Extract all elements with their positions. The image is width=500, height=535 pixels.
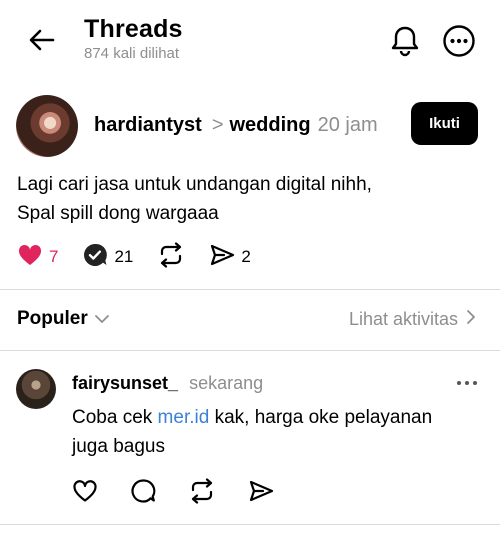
repost-icon [188, 477, 216, 509]
reply-text-after: kak, harga oke pelayanan [209, 407, 433, 428]
reply-time: sekarang [189, 373, 264, 393]
divider [0, 350, 500, 351]
view-activity-label: Lihat aktivitas [348, 309, 458, 329]
sort-dropdown[interactable]: Populer [17, 308, 110, 330]
send-icon [209, 243, 235, 272]
view-count: 874 kali dilihat [84, 45, 180, 62]
view-activity-link[interactable]: Lihat aktivitas [349, 309, 476, 330]
author-username[interactable]: hardiantyst [94, 114, 202, 137]
divider [0, 524, 500, 525]
post-text-line: Spal spill dong wargaaa [17, 203, 219, 224]
like-button[interactable]: 7 [17, 243, 58, 272]
follow-button[interactable]: Ikuti [411, 102, 478, 145]
repost-icon [157, 241, 185, 273]
post-author-line: hardiantyst > wedding 20 jam [94, 114, 378, 137]
post-text-line: Lagi cari jasa untuk undangan digital ni… [17, 174, 372, 195]
comment-icon [130, 478, 156, 509]
author-avatar[interactable] [16, 95, 78, 157]
reply-count: 21 [114, 247, 134, 266]
send-icon [248, 479, 274, 508]
heart-filled-icon [17, 243, 43, 272]
reply-link[interactable]: mer.id [158, 407, 210, 428]
reply-username[interactable]: fairysunset_ [72, 373, 178, 393]
chevron-down-icon [94, 308, 110, 330]
reply-like-button[interactable] [72, 479, 98, 508]
reply-button[interactable]: 21 [82, 242, 133, 273]
divider [0, 289, 500, 290]
sort-label: Populer [17, 308, 88, 329]
reply-actions [72, 477, 306, 509]
comment-check-icon [82, 242, 108, 273]
reply-text-before: Coba cek [72, 407, 158, 428]
like-count: 7 [49, 247, 59, 266]
share-button[interactable]: 2 [209, 243, 251, 272]
repost-button[interactable] [157, 241, 185, 273]
reply-avatar[interactable] [16, 369, 56, 409]
post-body: Lagi cari jasa untuk undangan digital ni… [17, 170, 477, 228]
reply-header: fairysunset_ sekarang [72, 373, 263, 394]
reply-comment-button[interactable] [130, 478, 156, 509]
share-count: 2 [241, 247, 251, 266]
reply-text-line: Coba cek mer.id kak, harga oke pelayanan [72, 403, 482, 432]
reply-body: Coba cek mer.id kak, harga oke pelayanan… [72, 403, 482, 461]
chevron-right-icon [466, 309, 476, 330]
topic-tag[interactable]: wedding [230, 114, 311, 137]
more-options-icon[interactable] [440, 22, 478, 60]
heart-icon [72, 479, 98, 508]
post-time: 20 jam [317, 114, 378, 136]
topic-separator: > [211, 114, 224, 136]
reply-share-button[interactable] [248, 479, 274, 508]
page-title: Threads [84, 15, 183, 43]
reply-repost-button[interactable] [188, 477, 216, 509]
post-actions: 7 21 2 [17, 241, 275, 273]
reply-more-icon[interactable] [454, 373, 480, 393]
bell-icon[interactable] [386, 22, 424, 60]
reply-text-line: juga bagus [72, 436, 165, 457]
back-arrow-icon[interactable] [24, 22, 60, 58]
